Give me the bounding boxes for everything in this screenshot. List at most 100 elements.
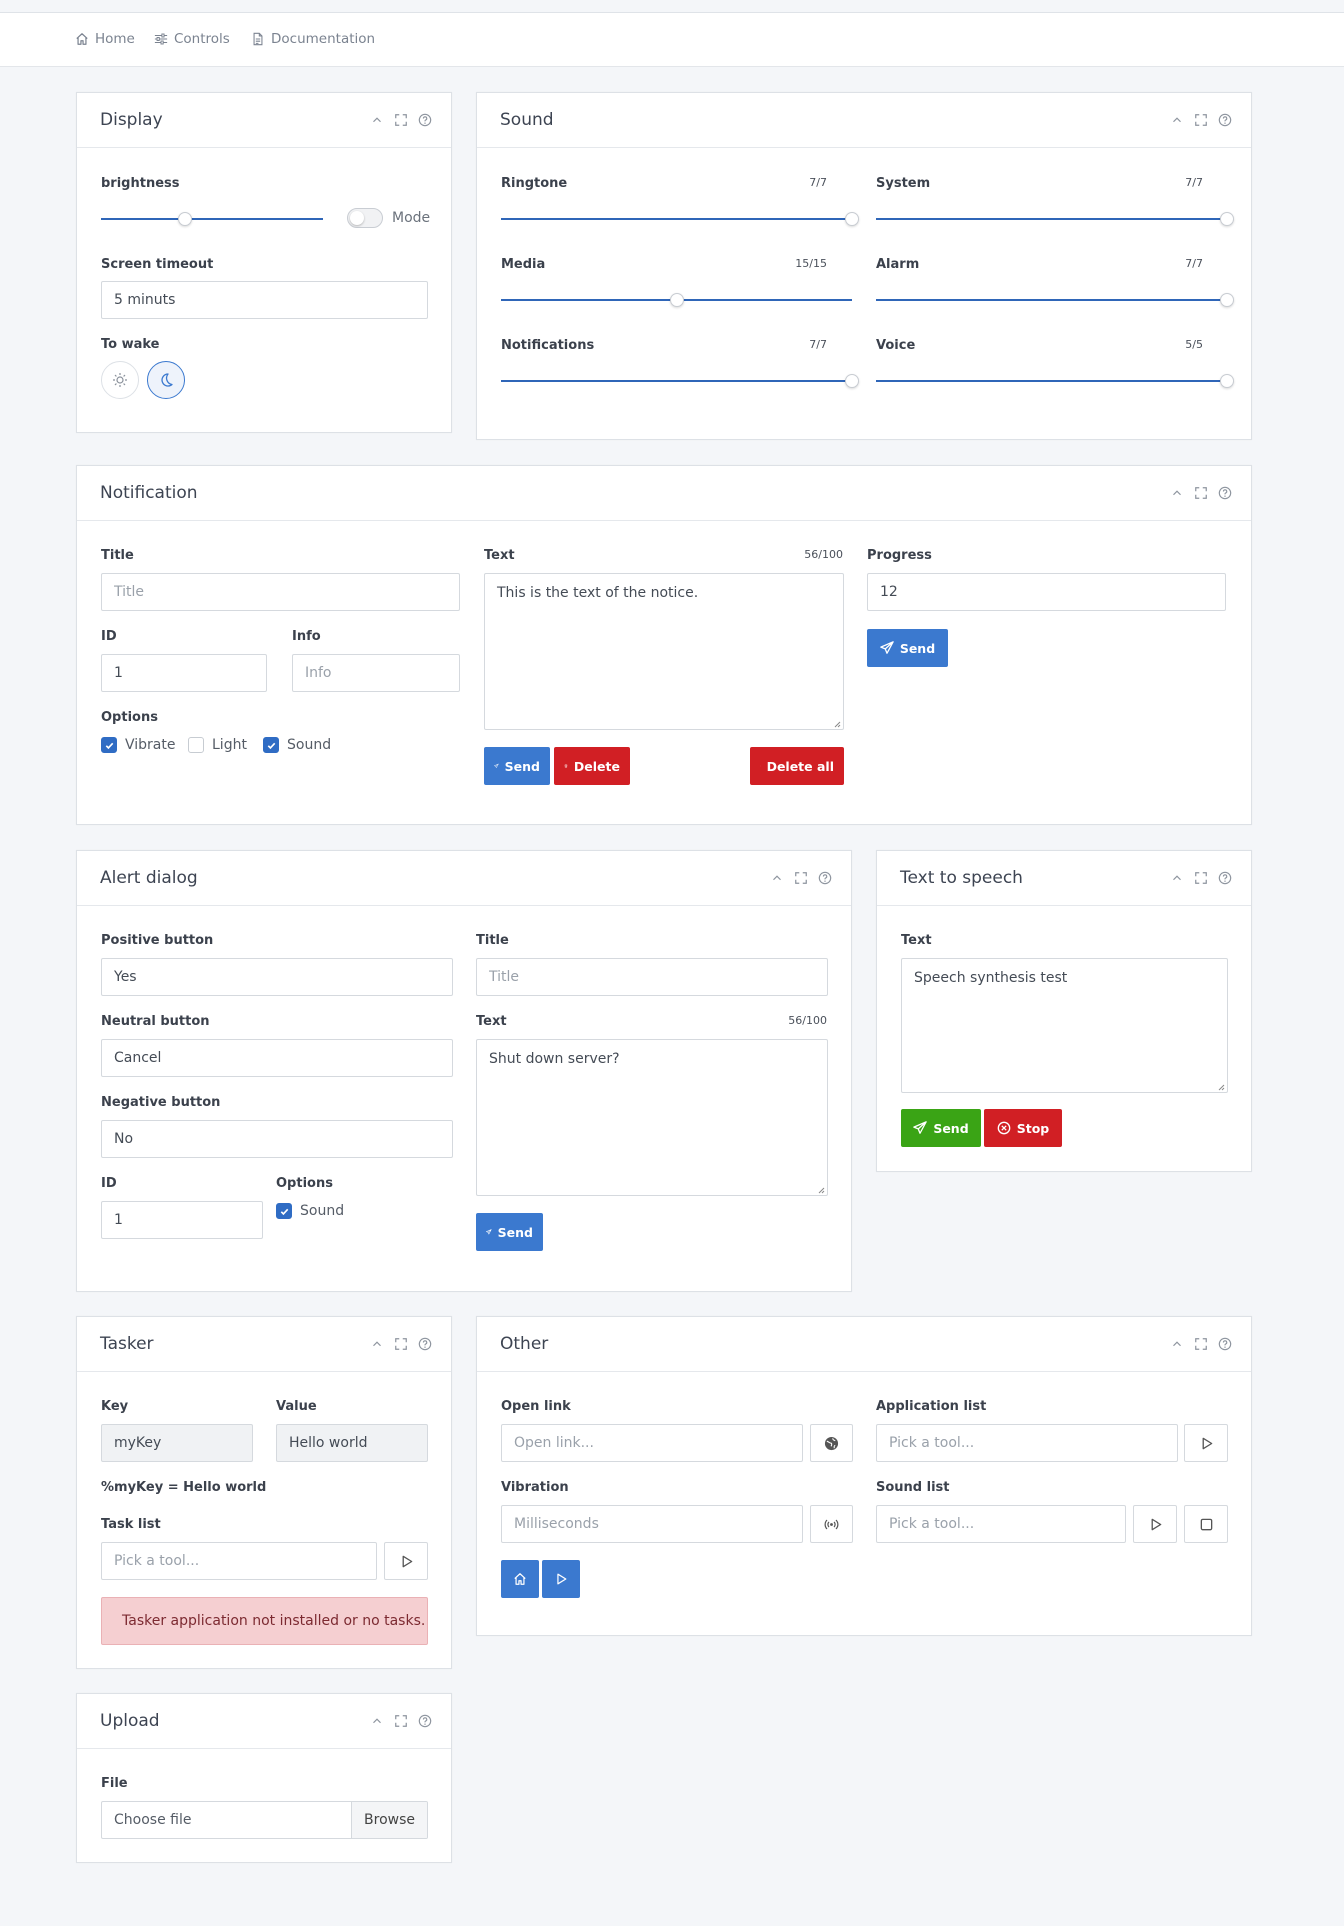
collapse-icon[interactable]	[1169, 112, 1185, 128]
progress-input[interactable]	[867, 573, 1226, 611]
ringtone-slider[interactable]	[501, 211, 859, 227]
tts-text-area[interactable]	[901, 958, 1228, 1093]
notification-send-button[interactable]: Send	[484, 747, 550, 785]
collapse-icon[interactable]	[369, 112, 385, 128]
application-run-button[interactable]	[1184, 1424, 1228, 1462]
progress-send-button[interactable]: Send	[867, 629, 948, 667]
sound-play-button[interactable]	[1133, 1505, 1177, 1543]
slider-thumb[interactable]	[845, 374, 859, 388]
collapse-icon[interactable]	[1169, 870, 1185, 886]
positive-button-label: Positive button	[101, 933, 214, 948]
help-icon[interactable]	[1217, 1336, 1233, 1352]
screen-timeout-select[interactable]: 5 minuts	[101, 281, 428, 319]
resize-grip-icon[interactable]	[1217, 1083, 1225, 1091]
resize-grip-icon[interactable]	[817, 1186, 825, 1194]
fullscreen-icon[interactable]	[393, 1336, 409, 1352]
help-icon[interactable]	[1217, 485, 1233, 501]
fullscreen-icon[interactable]	[1193, 112, 1209, 128]
alert-id-input[interactable]	[101, 1201, 263, 1239]
checkbox-box[interactable]	[263, 737, 279, 753]
help-icon[interactable]	[417, 112, 433, 128]
brightness-slider[interactable]	[101, 211, 323, 227]
alert-sound-checkbox[interactable]: Sound	[276, 1203, 344, 1219]
open-link-label: Open link	[501, 1399, 571, 1414]
fullscreen-icon[interactable]	[1193, 870, 1209, 886]
slider-thumb[interactable]	[178, 212, 193, 226]
help-icon[interactable]	[417, 1336, 433, 1352]
collapse-icon[interactable]	[769, 870, 785, 886]
sun-icon	[112, 372, 128, 388]
collapse-icon[interactable]	[369, 1336, 385, 1352]
help-icon[interactable]	[417, 1713, 433, 1729]
vibrate-button[interactable]	[810, 1505, 853, 1543]
light-checkbox[interactable]: Light	[188, 737, 247, 753]
slider-thumb[interactable]	[1220, 374, 1234, 388]
help-icon[interactable]	[1217, 112, 1233, 128]
checkbox-box[interactable]	[188, 737, 204, 753]
button-label: Send	[504, 758, 540, 774]
vibration-input[interactable]	[501, 1505, 803, 1543]
media-slider[interactable]	[501, 292, 852, 308]
browse-button[interactable]: Browse	[351, 1802, 427, 1838]
nav-controls[interactable]: Controls	[154, 31, 230, 47]
home-button[interactable]	[501, 1560, 539, 1598]
sound-checkbox[interactable]: Sound	[263, 737, 331, 753]
neutral-button-input[interactable]	[101, 1039, 453, 1077]
help-icon[interactable]	[817, 870, 833, 886]
fullscreen-icon[interactable]	[1193, 1336, 1209, 1352]
fullscreen-icon[interactable]	[793, 870, 809, 886]
wake-sun-button[interactable]	[101, 361, 139, 399]
slider-thumb[interactable]	[1220, 293, 1234, 307]
vibrate-label: Vibrate	[125, 737, 176, 753]
alert-send-button[interactable]: Send	[476, 1213, 543, 1251]
positive-button-input[interactable]	[101, 958, 453, 996]
notification-delete-button[interactable]: Delete	[554, 747, 630, 785]
tts-send-button[interactable]: Send	[901, 1109, 981, 1147]
checkbox-box[interactable]	[276, 1203, 292, 1219]
tts-stop-button[interactable]: Stop	[984, 1109, 1062, 1147]
fullscreen-icon[interactable]	[393, 112, 409, 128]
fullscreen-icon[interactable]	[393, 1713, 409, 1729]
notification-info-input[interactable]	[292, 654, 460, 692]
alert-text-area[interactable]	[476, 1039, 828, 1196]
notification-title-input[interactable]	[101, 573, 460, 611]
notification-text-counter: 56/100	[804, 548, 843, 561]
play-icon	[554, 1572, 568, 1586]
fullscreen-icon[interactable]	[1193, 485, 1209, 501]
task-run-button[interactable]	[384, 1542, 428, 1580]
open-link-input[interactable]	[501, 1424, 803, 1462]
notification-id-input[interactable]	[101, 654, 267, 692]
tasker-value-input[interactable]	[276, 1424, 428, 1462]
sound-list-input[interactable]	[876, 1505, 1126, 1543]
slider-thumb[interactable]	[845, 212, 859, 226]
alarm-slider[interactable]	[876, 292, 1234, 308]
notification-delete-all-button[interactable]: Delete all	[750, 747, 844, 785]
mode-toggle[interactable]	[347, 208, 383, 228]
task-list-input[interactable]	[101, 1542, 377, 1580]
tasker-key-input[interactable]	[101, 1424, 253, 1462]
slider-thumb[interactable]	[669, 293, 684, 307]
collapse-icon[interactable]	[1169, 1336, 1185, 1352]
file-input[interactable]: Choose file Browse	[101, 1801, 428, 1839]
play-button[interactable]	[542, 1560, 580, 1598]
open-link-button[interactable]	[810, 1424, 853, 1462]
notifications-slider[interactable]	[501, 373, 859, 389]
nav-documentation[interactable]: Documentation	[251, 31, 375, 47]
nav-home[interactable]: Home	[75, 31, 135, 47]
collapse-icon[interactable]	[369, 1713, 385, 1729]
slider-thumb[interactable]	[1220, 212, 1234, 226]
negative-button-input[interactable]	[101, 1120, 453, 1158]
voice-slider[interactable]	[876, 373, 1234, 389]
sound-stop-button[interactable]	[1184, 1505, 1228, 1543]
application-list-input[interactable]	[876, 1424, 1178, 1462]
collapse-icon[interactable]	[1169, 485, 1185, 501]
system-slider[interactable]	[876, 211, 1234, 227]
wake-moon-button[interactable]	[147, 361, 185, 399]
vibrate-checkbox[interactable]: Vibrate	[101, 737, 175, 753]
checkbox-box[interactable]	[101, 737, 117, 753]
notification-text-area[interactable]	[484, 573, 844, 730]
help-icon[interactable]	[1217, 870, 1233, 886]
slider-track	[501, 218, 852, 220]
alert-title-input[interactable]	[476, 958, 828, 996]
resize-grip-icon[interactable]	[833, 720, 841, 728]
